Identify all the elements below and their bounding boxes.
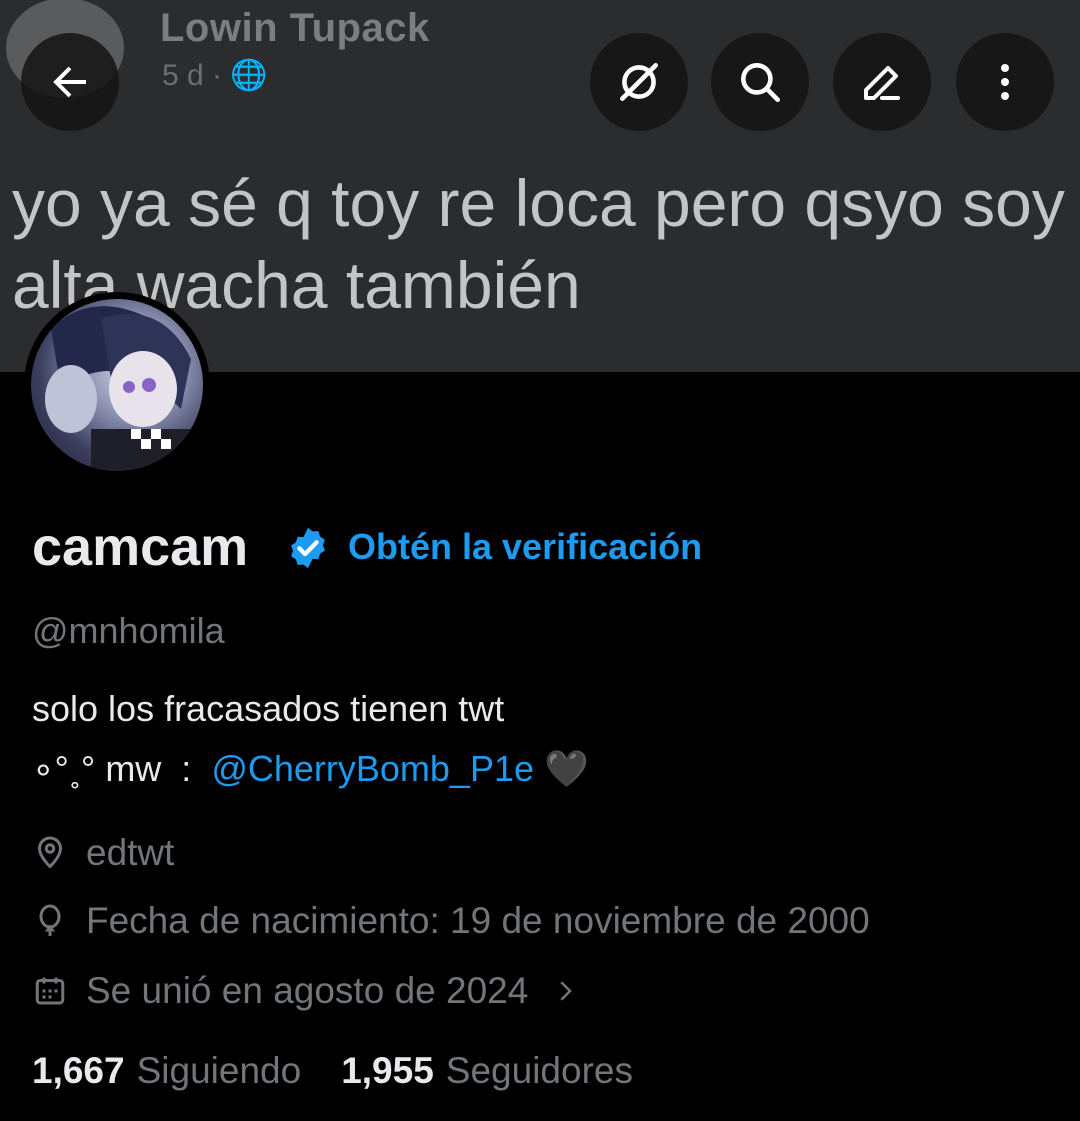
avatar-illustration (45, 306, 191, 471)
grok-button[interactable] (590, 33, 688, 131)
black-heart-emoji: 🖤 (544, 748, 589, 789)
following-link[interactable]: 1,667 Siguiendo (32, 1050, 301, 1092)
location-pin-icon (37, 836, 63, 869)
more-options-button[interactable] (956, 33, 1054, 131)
bio-prefix: ∘°˳° mw : (32, 748, 212, 789)
followers-label: Seguidores (445, 1050, 633, 1091)
following-label: Siguiendo (136, 1050, 302, 1091)
followers-count: 1,955 (341, 1050, 434, 1091)
profile-avatar[interactable] (24, 292, 210, 478)
birthday-text: Fecha de nacimiento: 19 de noviembre de … (86, 900, 870, 941)
avatar-image (31, 299, 203, 471)
arrow-left-icon (53, 66, 86, 98)
following-count: 1,667 (32, 1050, 125, 1091)
username-handle: @mnhomila (32, 610, 225, 651)
birthday-row: Fecha de nacimiento: 19 de noviembre de … (32, 900, 870, 942)
globe-icon: 🌐 (230, 59, 268, 92)
search-icon (741, 63, 780, 103)
follow-stats: 1,667 Siguiendo 1,955 Seguidores (32, 1050, 633, 1092)
back-button[interactable] (21, 33, 119, 131)
bio-line-2: ∘°˳° mw : @CherryBomb_P1e 🖤 (32, 748, 589, 790)
display-name: camcam (32, 517, 249, 577)
bio-line-1: solo los fracasados tienen twt (32, 688, 505, 729)
edit-icon (864, 66, 900, 100)
banner-post-text: yo ya sé q toy re loca pero qsyo soy alt… (12, 166, 1065, 322)
grok-icon (620, 63, 658, 101)
balloon-icon (39, 904, 61, 936)
location-row: edtwt (32, 832, 174, 874)
verified-badge-icon[interactable] (285, 525, 331, 571)
chevron-right-icon (560, 981, 573, 1001)
edit-button[interactable] (833, 33, 931, 131)
joined-text: Se unió en agosto de 2024 (86, 970, 529, 1011)
banner-post-author: Lowin Tupack (160, 6, 430, 50)
followers-link[interactable]: 1,955 Seguidores (341, 1050, 633, 1092)
more-vertical-icon (1001, 64, 1009, 100)
location-text: edtwt (86, 832, 175, 873)
get-verified-link[interactable]: Obtén la verificación (348, 526, 702, 568)
joined-row[interactable]: Se unió en agosto de 2024 (32, 970, 598, 1012)
calendar-icon (35, 977, 65, 1005)
banner-post-meta: 5 d · 🌐 (162, 59, 268, 92)
bio-mention-link[interactable]: @CherryBomb_P1e (211, 748, 534, 789)
search-button[interactable] (711, 33, 809, 131)
